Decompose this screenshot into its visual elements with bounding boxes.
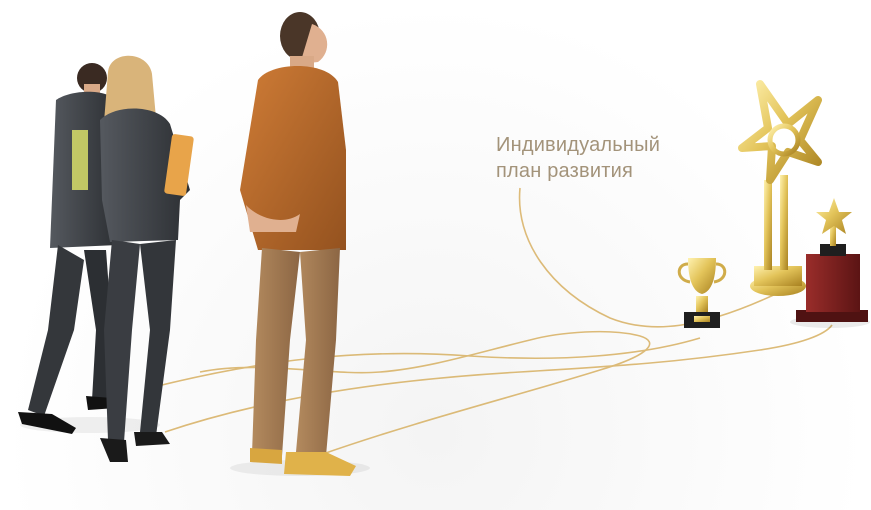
trophy-cup-icon bbox=[677, 258, 727, 328]
caption-line-2: план развития bbox=[496, 160, 633, 182]
woman-in-striped-suit bbox=[100, 55, 194, 462]
man-in-brown-jacket bbox=[240, 12, 356, 476]
small-star-trophy-icon bbox=[796, 198, 868, 322]
scene-graphics bbox=[18, 12, 870, 476]
development-plan-illustration: Индивидуальный план развития bbox=[0, 0, 871, 510]
caption-line-1: Индивидуальный bbox=[496, 134, 661, 156]
development-plan-caption: Индивидуальный план развития bbox=[496, 132, 660, 184]
